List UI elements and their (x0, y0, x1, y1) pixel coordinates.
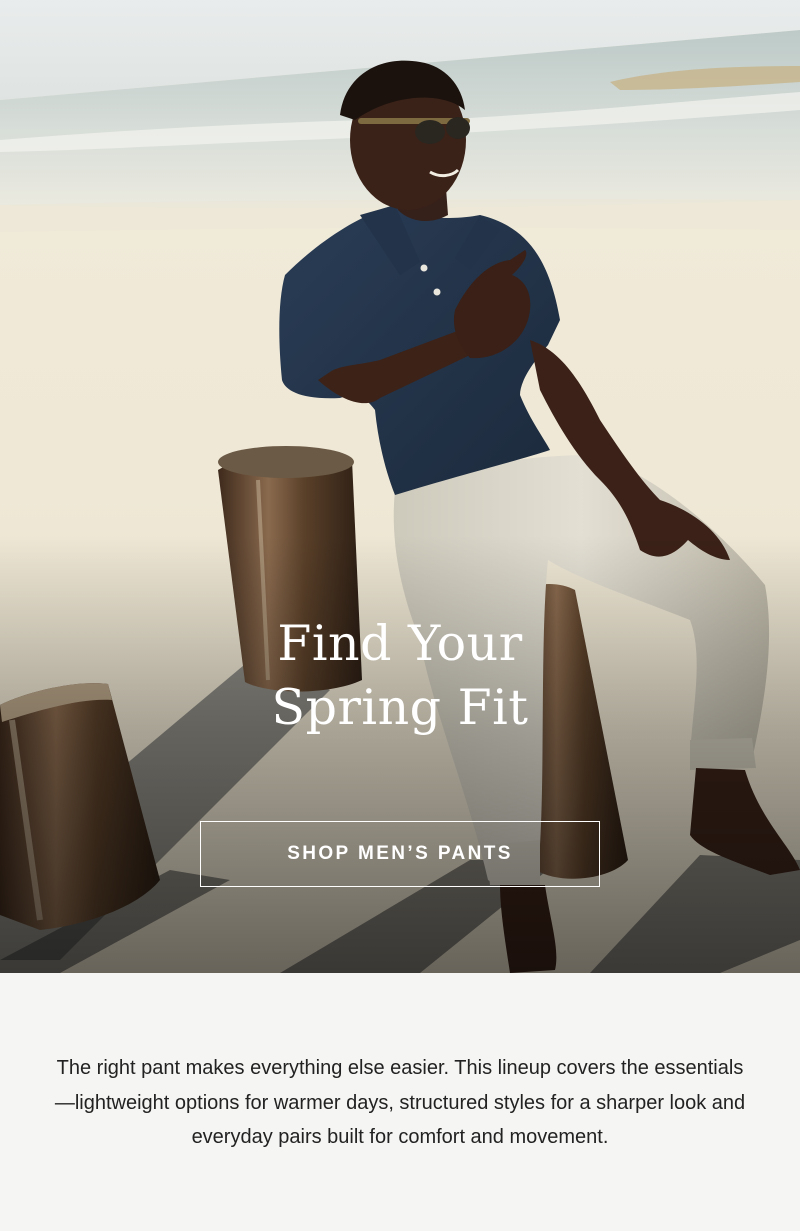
intro-section: The right pant makes everything else eas… (0, 973, 800, 1231)
hero-title-line-1: Find Your (277, 615, 523, 672)
hero-banner: Find Your Spring Fit SHOP MEN’S PANTS (0, 0, 800, 973)
intro-text: The right pant makes everything else eas… (54, 1057, 746, 1148)
shop-mens-pants-button[interactable]: SHOP MEN’S PANTS (200, 821, 600, 887)
hero-title: Find Your Spring Fit (0, 612, 800, 740)
hero-title-line-2: Spring Fit (271, 679, 529, 736)
